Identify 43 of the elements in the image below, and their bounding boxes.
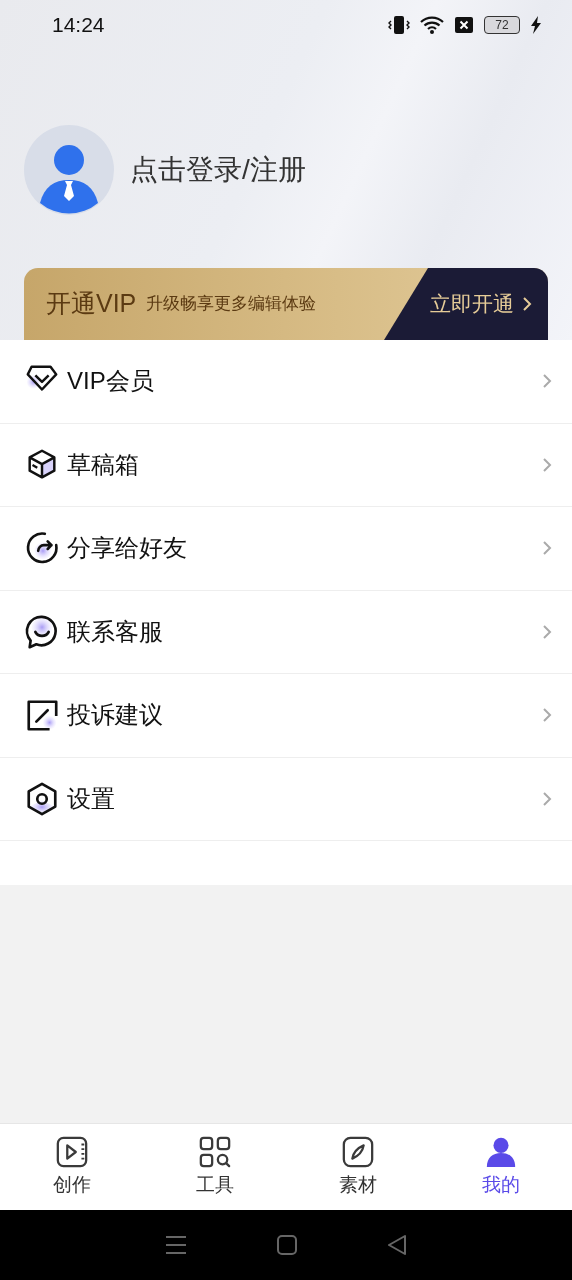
battery-indicator: 72 [484, 16, 520, 34]
settings-icon [24, 780, 60, 817]
menu-item[interactable]: 投诉建议 [0, 674, 572, 758]
chevron-right-icon [522, 296, 532, 312]
menu-label: 草稿箱 [67, 449, 140, 480]
menu-label: 投诉建议 [67, 700, 164, 731]
menu-label: 联系客服 [67, 616, 164, 647]
nav-tab[interactable]: 素材 [286, 1124, 429, 1210]
compass-icon [340, 1134, 375, 1169]
charging-icon [530, 15, 542, 35]
nav-tab[interactable]: 工具 [143, 1124, 286, 1210]
vibrate-icon [388, 15, 410, 35]
chevron-right-icon [542, 623, 552, 640]
menu-item[interactable]: 草稿箱 [0, 423, 572, 507]
menu-item[interactable]: VIP会员 [0, 340, 572, 424]
chevron-right-icon [542, 790, 552, 807]
avatar-icon [24, 125, 114, 215]
back-icon[interactable] [387, 1235, 407, 1255]
menu-label: 设置 [67, 783, 116, 814]
vip-subtitle: 升级畅享更多编辑体验 [146, 293, 317, 316]
menu-item[interactable]: 设置 [0, 757, 572, 841]
menu-item[interactable]: 联系客服 [0, 590, 572, 674]
menu-label: VIP会员 [67, 366, 155, 397]
home-icon[interactable] [277, 1235, 297, 1255]
chevron-right-icon [542, 373, 552, 390]
edit-icon [24, 697, 60, 734]
nav-tab[interactable]: 我的 [429, 1124, 572, 1210]
sim-blocked-icon [454, 16, 474, 34]
status-time: 14:24 [52, 12, 105, 39]
menu-label: 分享给好友 [67, 533, 188, 564]
wifi-icon [420, 15, 444, 35]
chevron-right-icon [542, 456, 552, 473]
vip-banner[interactable]: 开通VIP 升级畅享更多编辑体验 立即开通 [24, 268, 548, 340]
video-play-icon [54, 1134, 89, 1169]
chat-smile-icon [24, 613, 60, 650]
login-link[interactable]: 点击登录/注册 [130, 149, 306, 191]
grid-search-icon [197, 1134, 232, 1169]
nav-tab[interactable]: 创作 [0, 1124, 143, 1210]
menu-icon[interactable] [165, 1235, 187, 1255]
menu-item[interactable]: 分享给好友 [0, 507, 572, 591]
chevron-right-icon [542, 540, 552, 557]
vip-title: 开通VIP [46, 288, 137, 320]
chevron-right-icon [542, 707, 552, 724]
